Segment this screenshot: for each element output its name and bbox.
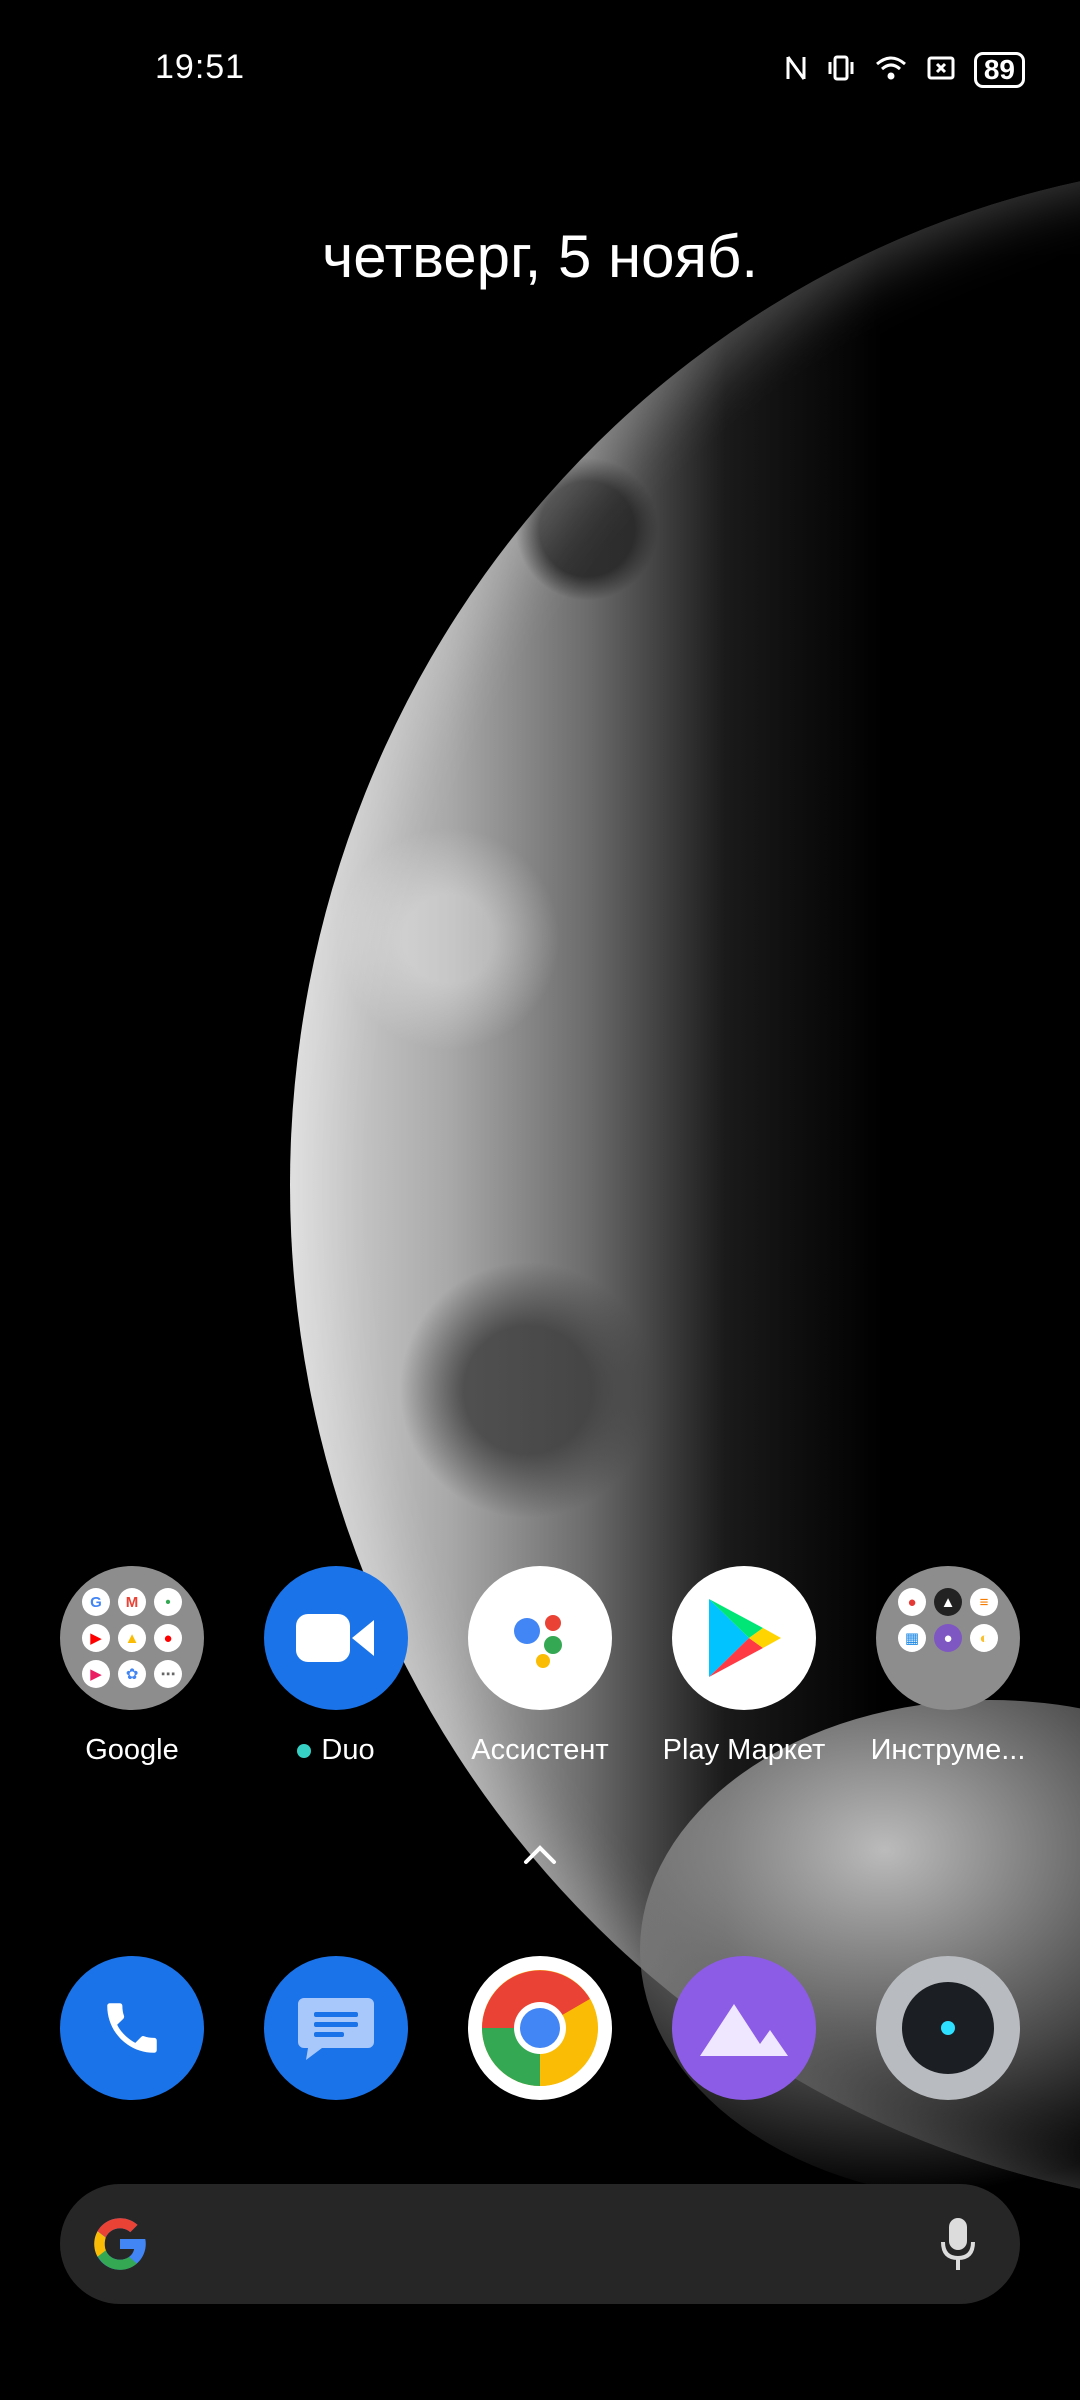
chrome-icon[interactable] [468, 1956, 612, 2100]
vibrate-icon [826, 53, 856, 88]
phone-icon[interactable] [60, 1956, 204, 2100]
tools-folder-icon[interactable]: ● ▲ ≡ ▦ ● ◐ [876, 1566, 1020, 1710]
battery-indicator: 89 [973, 52, 1025, 88]
app-play-store[interactable]: Play Маркет [644, 1566, 844, 1767]
app-label: Play Маркет [662, 1734, 826, 1766]
notification-dot [297, 1744, 312, 1759]
google-g-icon [90, 2214, 150, 2274]
status-icons: 89 [784, 52, 1025, 88]
app-drawer-arrow-icon[interactable] [520, 1840, 560, 1870]
google-folder-icon[interactable]: G M • ▶ ▲ ● ▶ ✿ ⋯ [60, 1566, 204, 1710]
status-time: 19:51 [155, 48, 246, 86]
screenshot-icon [926, 55, 956, 86]
date-widget[interactable]: четверг, 5 нояб. [0, 222, 1080, 291]
microphone-icon[interactable] [938, 2214, 978, 2274]
duo-icon[interactable] [264, 1566, 408, 1710]
gallery-icon[interactable] [672, 1956, 816, 2100]
nfc-icon [784, 53, 808, 88]
app-assistant[interactable]: Ассистент [440, 1566, 640, 1767]
app-label: Duo [321, 1734, 375, 1766]
status-bar: 19:51 89 [0, 0, 1080, 140]
app-folder-tools[interactable]: ● ▲ ≡ ▦ ● ◐ Инструме... [848, 1566, 1048, 1767]
play-store-icon[interactable] [672, 1566, 816, 1710]
app-label: Ассистент [471, 1734, 609, 1766]
assistant-icon[interactable] [468, 1566, 612, 1710]
app-folder-google[interactable]: G M • ▶ ▲ ● ▶ ✿ ⋯ Google [32, 1566, 232, 1767]
camera-icon[interactable] [876, 1956, 1020, 2100]
app-duo[interactable]: Duo [236, 1566, 436, 1767]
app-label: Инструме... [870, 1734, 1026, 1766]
wifi-icon [874, 53, 908, 88]
app-label: Google [85, 1734, 179, 1766]
messages-icon[interactable] [264, 1956, 408, 2100]
google-search-bar[interactable] [60, 2184, 1020, 2304]
